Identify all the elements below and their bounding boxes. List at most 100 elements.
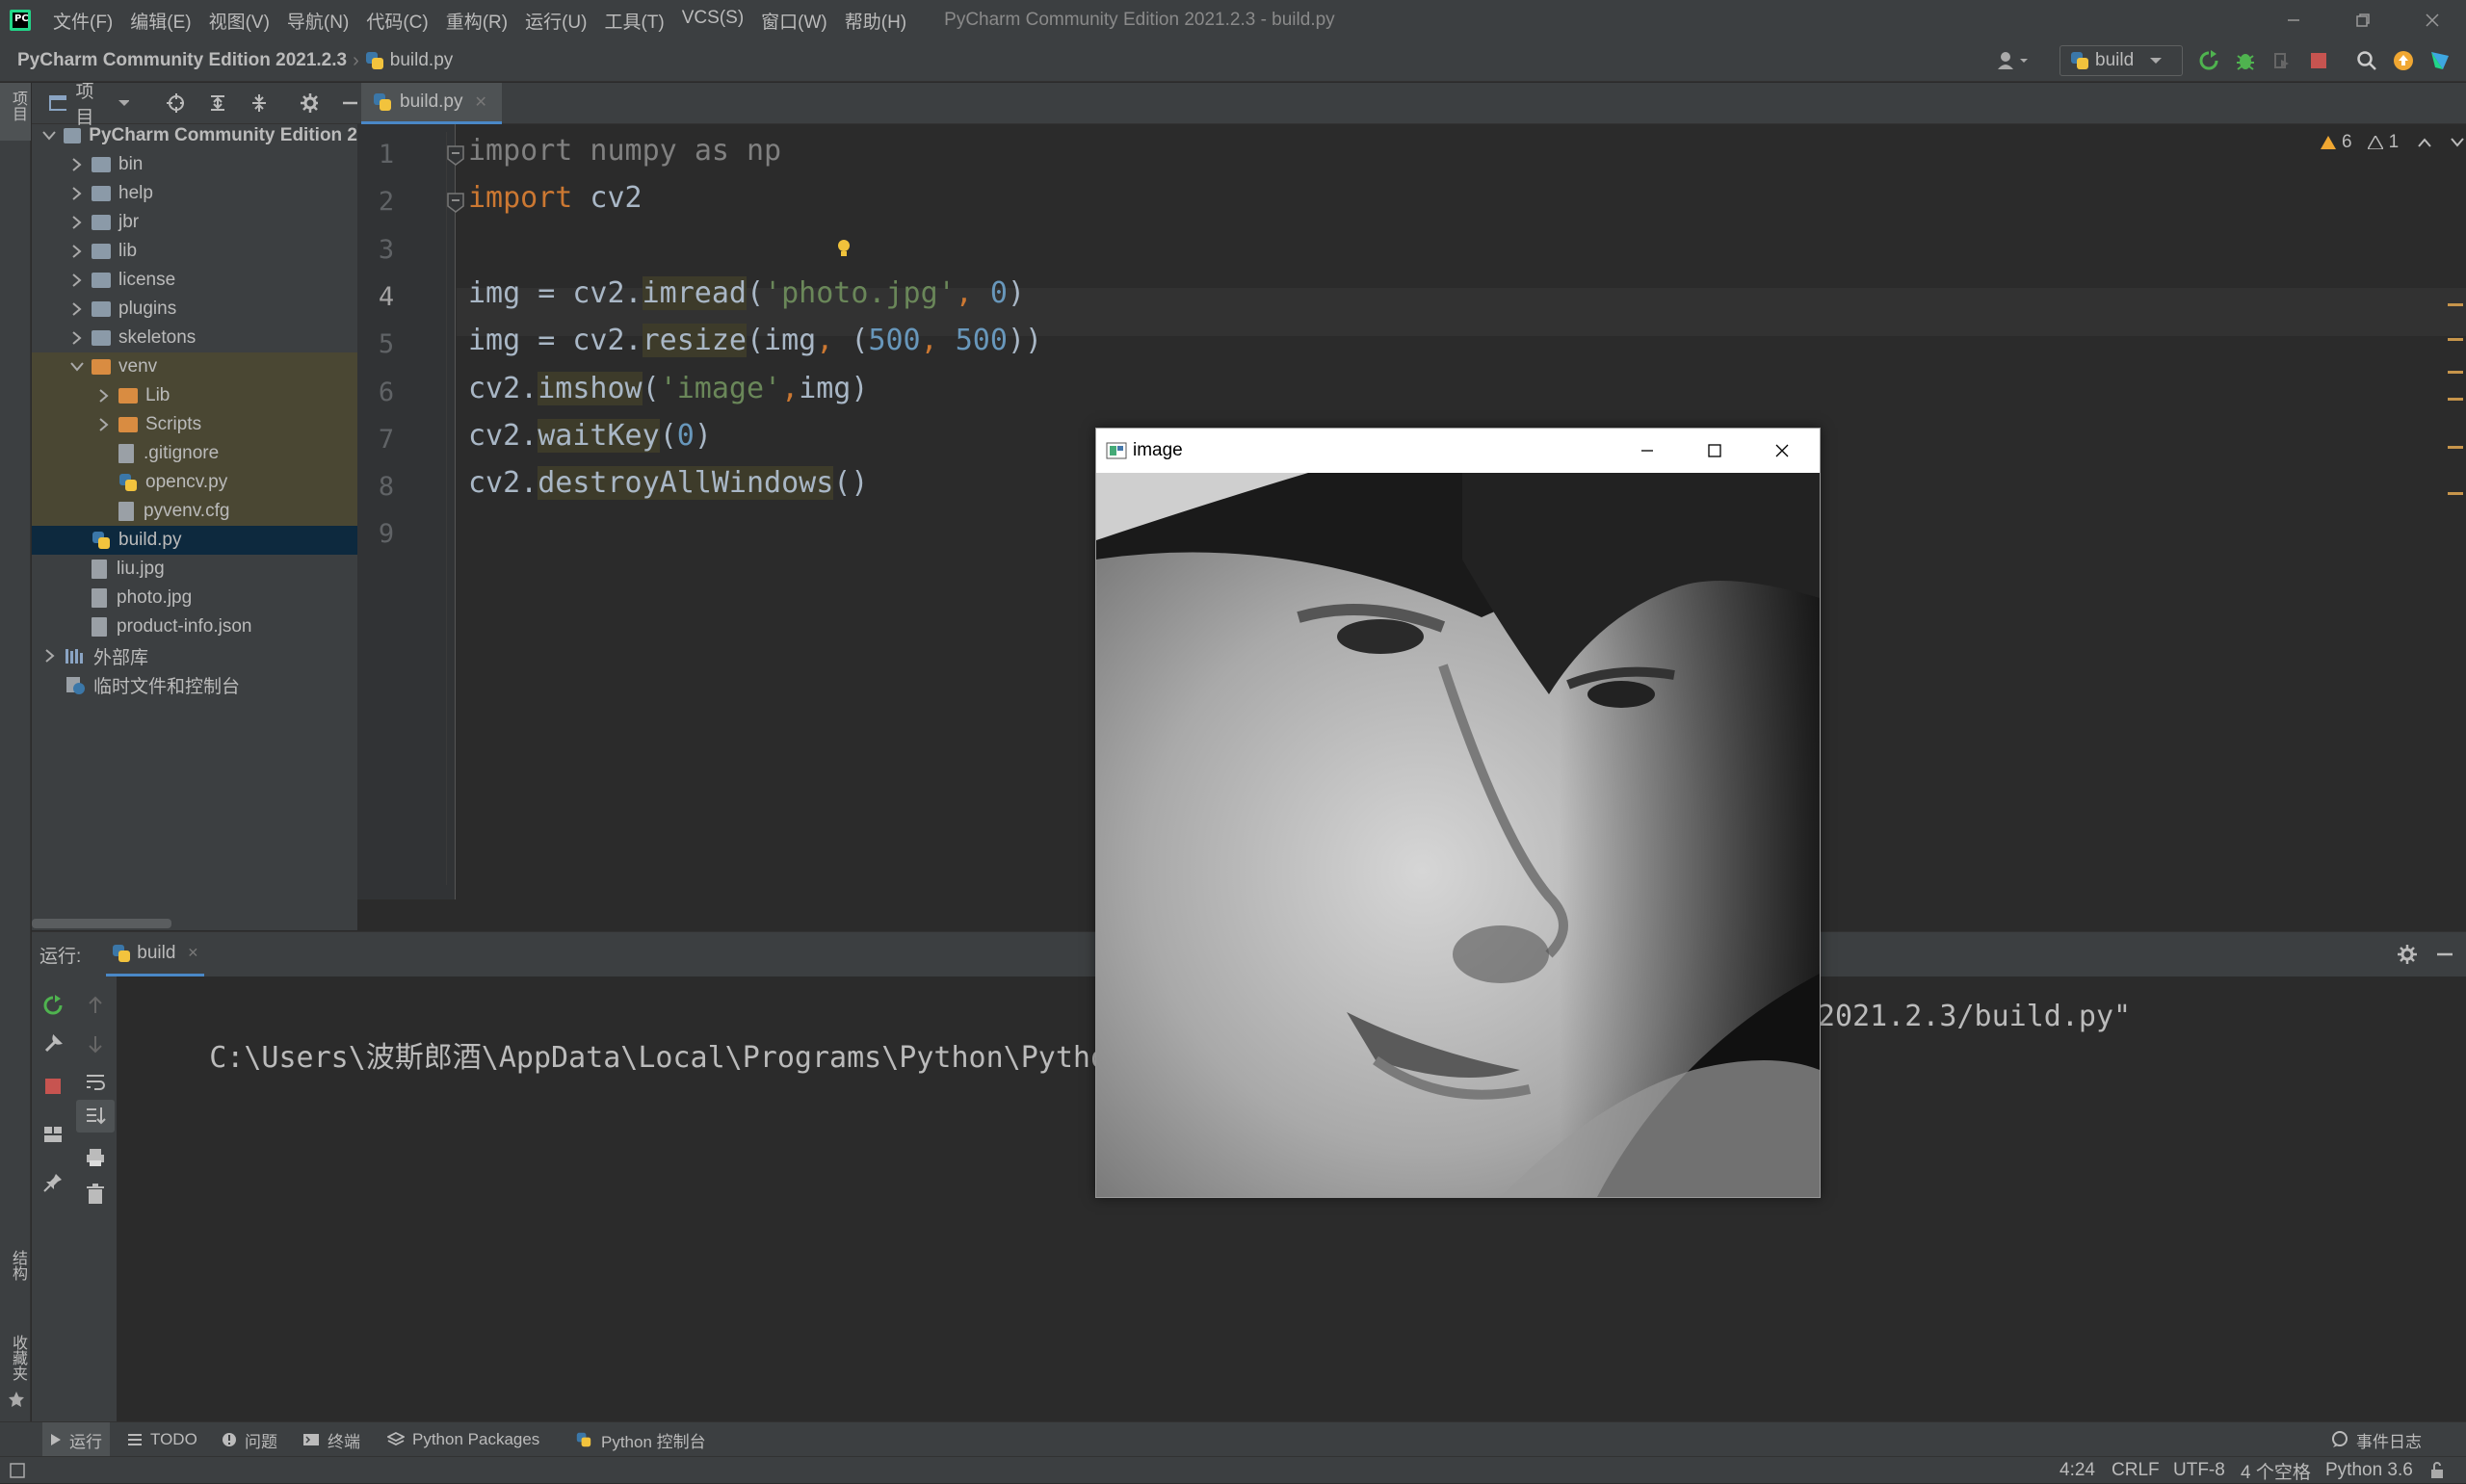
chevron-right-icon[interactable] <box>68 187 86 200</box>
menu-item[interactable]: 文件(F) <box>44 8 121 34</box>
menu-item[interactable]: 窗口(W) <box>752 8 836 34</box>
soft-wrap-icon[interactable] <box>82 1069 109 1096</box>
tab-python-console[interactable]: Python 控制台 <box>574 1422 706 1457</box>
file-encoding[interactable]: UTF-8 <box>2173 1457 2225 1484</box>
tree-item[interactable]: Lib <box>32 381 357 410</box>
code-line[interactable]: import numpy as np <box>468 134 781 168</box>
search-icon[interactable] <box>2356 50 2377 71</box>
menu-item[interactable]: VCS(S) <box>673 8 752 34</box>
chevron-right-icon[interactable] <box>68 158 86 171</box>
gear-icon[interactable] <box>301 93 318 113</box>
next-highlight-icon[interactable] <box>2451 138 2464 147</box>
expand-all-icon[interactable] <box>208 93 225 113</box>
tree-item[interactable]: build.py <box>32 526 357 555</box>
error-stripe-mark[interactable] <box>2448 303 2463 306</box>
close-window-button[interactable] <box>2399 0 2466 40</box>
tree-item[interactable]: Scripts <box>32 410 357 439</box>
console-output[interactable]: C:\Users\波斯郎酒\AppData\Local\Programs\Pyt… <box>140 1000 1177 1109</box>
breadcrumb-project[interactable]: PyCharm Community Edition 2021.2.3 <box>17 50 347 71</box>
code-line[interactable]: cv2.waitKey(0) <box>468 418 712 453</box>
tab-build-py[interactable]: build.py ✕ <box>361 83 502 124</box>
tree-item[interactable]: 临时文件和控制台 <box>32 670 357 699</box>
scroll-to-end-icon[interactable] <box>76 1100 115 1133</box>
down-arrow-icon[interactable] <box>82 1030 109 1057</box>
tree-item[interactable]: .gitignore <box>32 439 357 468</box>
chevron-down-icon[interactable] <box>118 98 130 108</box>
print-icon[interactable] <box>82 1144 109 1171</box>
tree-item[interactable]: help <box>32 179 357 208</box>
chevron-right-icon[interactable] <box>68 273 86 287</box>
image-maximize-button[interactable] <box>1681 429 1748 473</box>
hide-panel-icon[interactable] <box>2436 945 2453 964</box>
image-close-button[interactable] <box>1748 429 1816 473</box>
rerun-icon[interactable] <box>39 992 66 1019</box>
menu-item[interactable]: 编辑(E) <box>121 8 199 34</box>
hide-panel-icon[interactable] <box>342 93 358 113</box>
chevron-down-icon[interactable] <box>41 131 58 141</box>
lightbulb-icon[interactable] <box>835 238 853 259</box>
tree-item[interactable]: jbr <box>32 208 357 237</box>
menu-item[interactable]: 代码(C) <box>357 8 436 34</box>
chevron-right-icon[interactable] <box>68 302 86 316</box>
tree-item[interactable]: opencv.py <box>32 468 357 497</box>
lock-icon[interactable] <box>2429 1457 2445 1484</box>
fold-marker-icon[interactable] <box>446 145 465 167</box>
tree-item[interactable]: product-info.json <box>32 612 357 641</box>
project-tool-button[interactable]: 项目 <box>0 83 31 141</box>
code-line[interactable]: cv2.destroyAllWindows() <box>468 466 868 501</box>
menu-item[interactable]: 视图(V) <box>200 8 278 34</box>
status-toggle-icon[interactable] <box>10 1457 25 1484</box>
horizontal-scrollbar[interactable] <box>32 919 171 928</box>
error-stripe-mark[interactable] <box>2448 398 2463 401</box>
tree-item[interactable]: photo.jpg <box>32 584 357 612</box>
fold-marker-icon[interactable] <box>446 193 465 214</box>
image-window[interactable]: image <box>1095 428 1821 1198</box>
tab-todo[interactable]: TODO <box>127 1422 197 1457</box>
image-minimize-button[interactable] <box>1613 429 1681 473</box>
wrench-icon[interactable] <box>39 1030 66 1057</box>
gear-icon[interactable] <box>2398 945 2417 964</box>
previous-highlight-icon[interactable] <box>2418 138 2431 147</box>
chevron-right-icon[interactable] <box>68 245 86 258</box>
tab-event-log[interactable]: 事件日志 <box>2331 1422 2422 1457</box>
tree-item[interactable]: bin <box>32 150 357 179</box>
code-line[interactable]: import cv2 <box>468 181 643 215</box>
menu-item[interactable]: 运行(U) <box>516 8 595 34</box>
update-icon[interactable] <box>2393 50 2414 71</box>
tree-item[interactable]: liu.jpg <box>32 555 357 584</box>
jetbrains-toolbox-icon[interactable] <box>2429 50 2451 71</box>
menu-item[interactable]: 帮助(H) <box>836 8 915 34</box>
tree-item[interactable]: license <box>32 266 357 295</box>
menu-item[interactable]: 重构(R) <box>437 8 516 34</box>
coverage-icon[interactable] <box>2271 50 2293 71</box>
chevron-right-icon[interactable] <box>68 331 86 345</box>
menu-item[interactable]: 工具(T) <box>595 8 672 34</box>
tab-python-packages[interactable]: Python Packages <box>387 1422 539 1457</box>
tree-item[interactable]: 外部库 <box>32 641 357 670</box>
debug-icon[interactable] <box>2235 50 2256 71</box>
chevron-right-icon[interactable] <box>95 418 113 431</box>
line-separator[interactable]: CRLF <box>2112 1457 2160 1484</box>
locate-icon[interactable] <box>167 93 185 113</box>
tree-item[interactable]: venv <box>32 352 357 381</box>
chevron-right-icon[interactable] <box>95 389 113 403</box>
code-line[interactable]: cv2.imshow('image',img) <box>468 371 868 405</box>
tree-item[interactable]: PyCharm Community Edition 2 <box>32 121 357 150</box>
tree-item[interactable]: plugins <box>32 295 357 324</box>
error-stripe-mark[interactable] <box>2448 446 2463 449</box>
tab-terminal[interactable]: 终端 <box>302 1422 360 1457</box>
layout-icon[interactable] <box>39 1121 66 1148</box>
code-line[interactable]: img = cv2.resize(img, (500, 500)) <box>468 324 1042 358</box>
indent-setting[interactable]: 4 个空格 <box>2241 1457 2311 1484</box>
run-tab-build[interactable]: build ✕ <box>106 932 205 976</box>
collapse-all-icon[interactable] <box>249 93 267 113</box>
run-config-select[interactable]: build <box>2059 45 2183 76</box>
tree-item[interactable]: lib <box>32 237 357 266</box>
python-interpreter[interactable]: Python 3.6 <box>2325 1457 2413 1484</box>
user-icon[interactable] <box>1996 50 2031 71</box>
close-tab-icon[interactable]: ✕ <box>187 945 198 961</box>
chevron-down-icon[interactable] <box>68 362 86 372</box>
chevron-right-icon[interactable] <box>41 649 59 663</box>
tab-problems[interactable]: 问题 <box>222 1422 277 1457</box>
close-tab-icon[interactable]: ✕ <box>475 92 487 112</box>
